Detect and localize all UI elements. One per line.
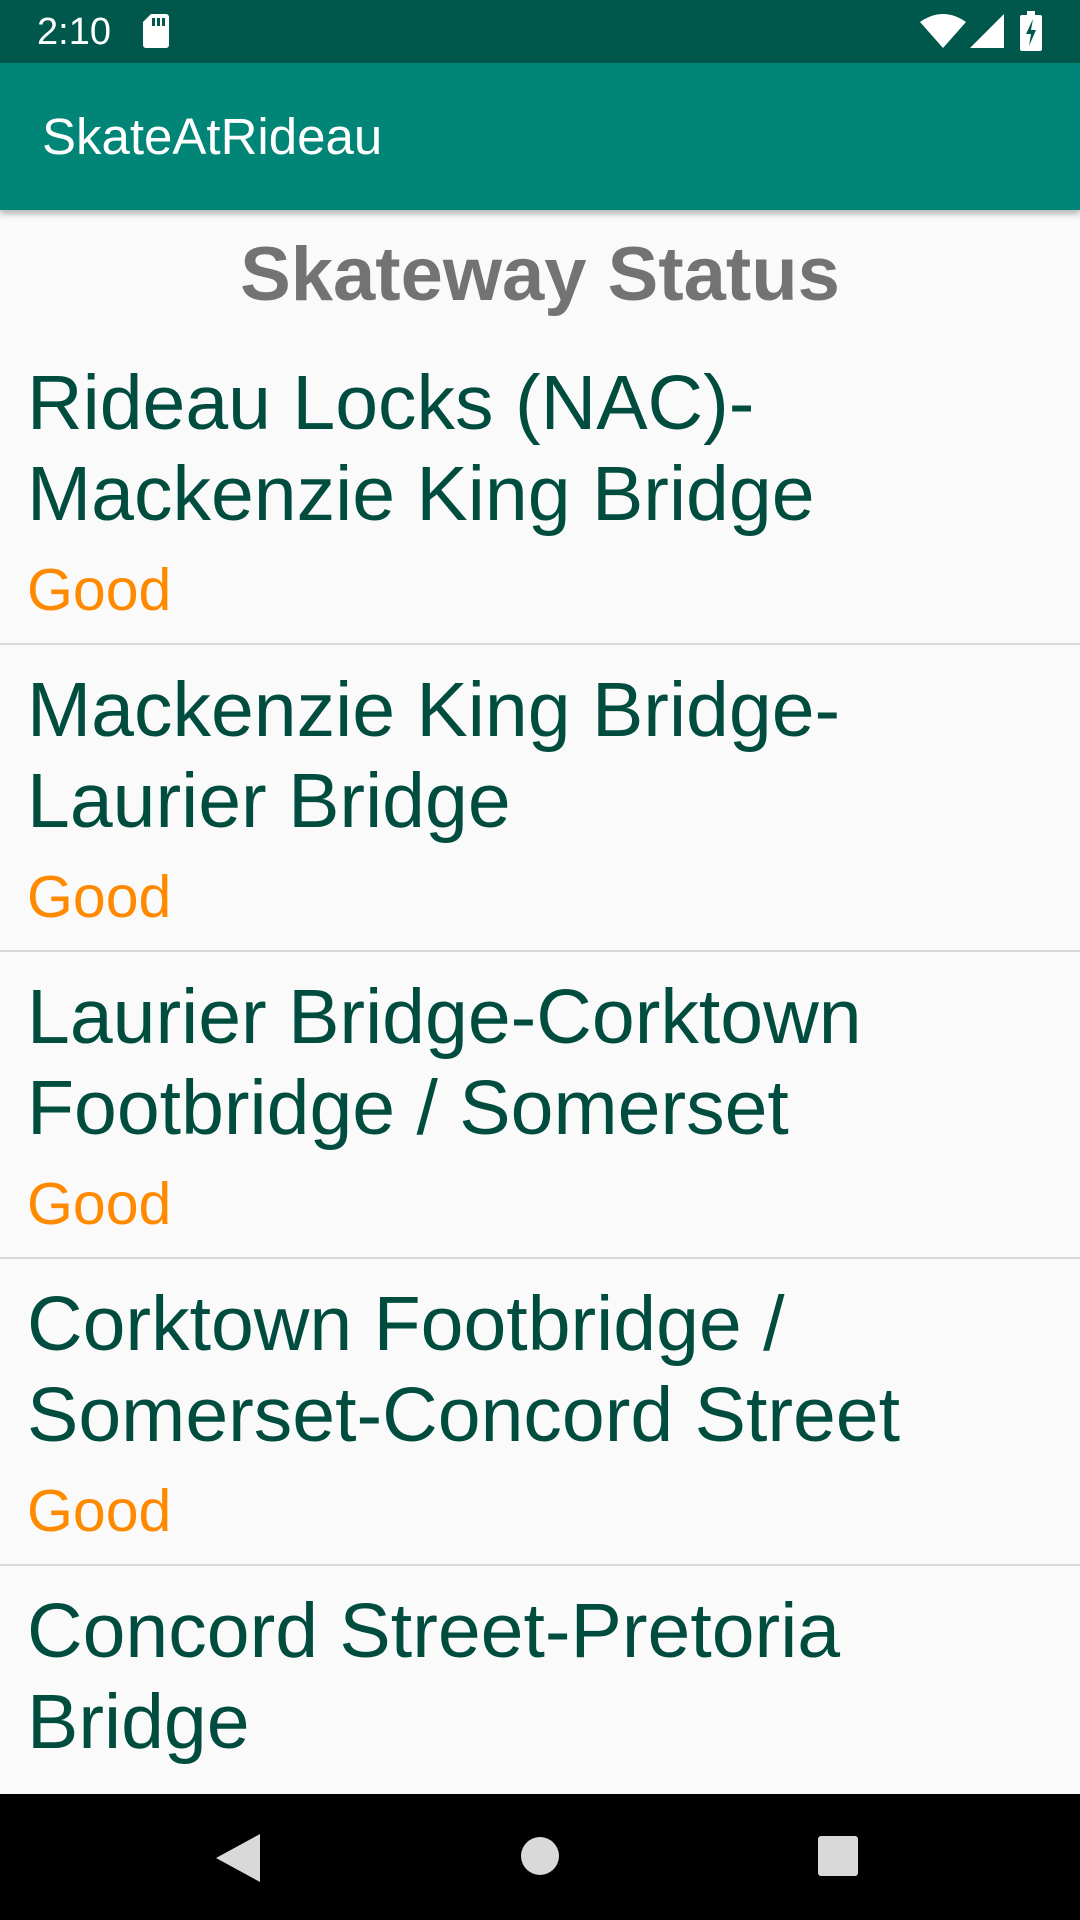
segment-status: Good xyxy=(27,1478,172,1544)
segment-status: Good xyxy=(27,864,172,930)
recents-icon[interactable] xyxy=(818,1836,858,1876)
status-time: 2:10 xyxy=(37,11,111,53)
cell-signal-icon xyxy=(970,14,1004,48)
list-item[interactable]: Rideau Locks (NAC)-Mackenzie King Bridge… xyxy=(0,338,1080,645)
wifi-icon xyxy=(920,14,966,48)
list-item[interactable]: Laurier Bridge-Corktown Footbridge / Som… xyxy=(0,952,1080,1259)
battery-charging-icon xyxy=(1020,11,1042,51)
home-icon[interactable] xyxy=(520,1836,560,1876)
list-item[interactable]: Concord Street-Pretoria Bridge xyxy=(0,1566,1080,1794)
segment-status: Good xyxy=(27,1171,172,1237)
segment-name: Rideau Locks (NAC)-Mackenzie King Bridge xyxy=(27,360,815,537)
segment-name: Concord Street-Pretoria Bridge xyxy=(27,1588,841,1765)
segment-status: Good xyxy=(27,557,172,623)
app-bar: SkateAtRideau xyxy=(0,63,1080,210)
main-content[interactable]: Skateway Status Rideau Locks (NAC)-Macke… xyxy=(0,210,1080,1794)
status-bar: 2:10 xyxy=(0,0,1080,63)
segment-name: Laurier Bridge-Corktown Footbridge / Som… xyxy=(27,974,862,1151)
list-item[interactable]: Corktown Footbridge / Somerset-Concord S… xyxy=(0,1259,1080,1566)
page-title: Skateway Status xyxy=(240,232,840,317)
sd-card-icon xyxy=(143,14,169,48)
screen: 2:10 SkateAtRideau Skateway Status Ridea… xyxy=(0,0,1080,1920)
back-icon[interactable] xyxy=(216,1834,260,1882)
list-item[interactable]: Mackenzie King Bridge-Laurier Bridge Goo… xyxy=(0,645,1080,952)
segment-list[interactable]: Rideau Locks (NAC)-Mackenzie King Bridge… xyxy=(0,338,1080,1794)
navigation-bar xyxy=(0,1794,1080,1920)
segment-name: Corktown Footbridge / Somerset-Concord S… xyxy=(27,1281,901,1458)
app-title: SkateAtRideau xyxy=(42,108,383,165)
segment-name: Mackenzie King Bridge-Laurier Bridge xyxy=(27,667,841,844)
